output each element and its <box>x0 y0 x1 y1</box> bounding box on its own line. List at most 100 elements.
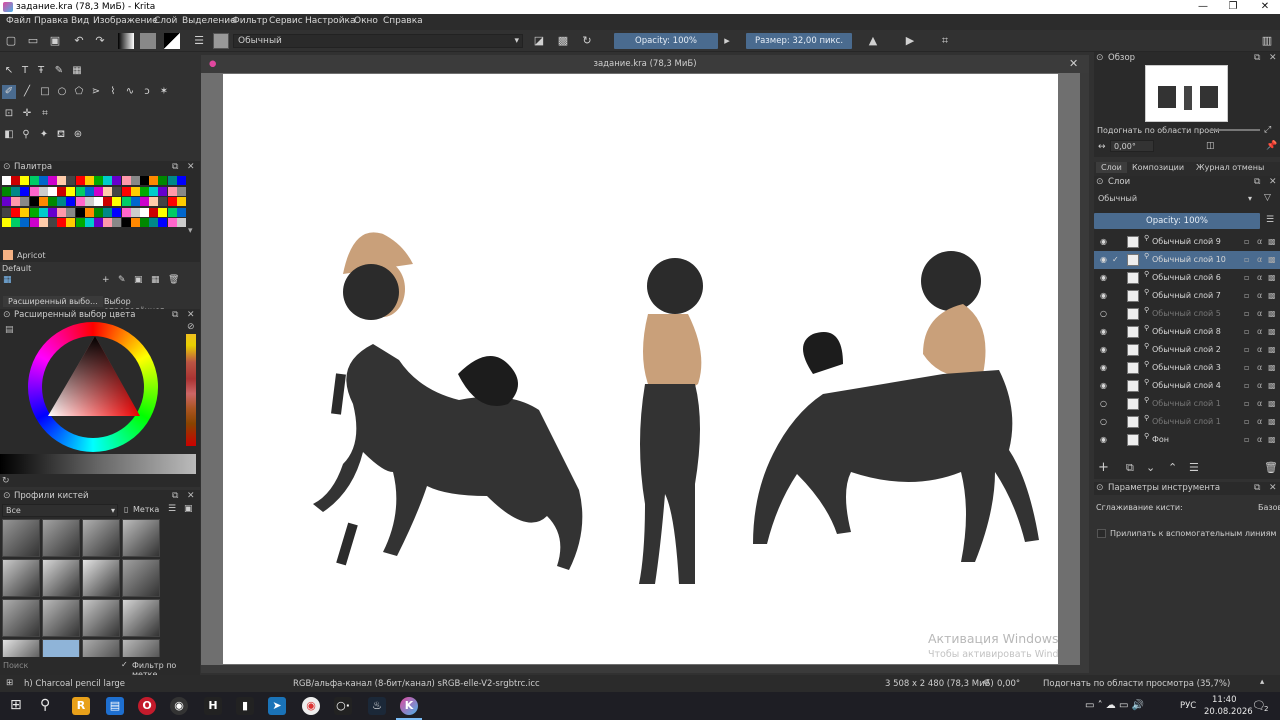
minimize-button[interactable]: — <box>1188 0 1218 14</box>
palette-swatch[interactable] <box>103 207 113 217</box>
palette-swatch[interactable] <box>94 186 103 196</box>
palette-swatch[interactable] <box>66 186 76 196</box>
palette-swatch[interactable] <box>48 186 57 196</box>
brush-filter-select[interactable]: Все ▾ <box>2 504 118 517</box>
layer-row[interactable]: ◉ ⚲ Обычный слой 7 ▫ α ▩ <box>1094 287 1280 305</box>
palette-swatch[interactable] <box>130 218 140 227</box>
opacity-spin-icon[interactable]: ▸ <box>720 34 734 48</box>
palette-swatch[interactable] <box>48 207 57 217</box>
view-mode-icon[interactable]: ▣ <box>184 504 193 514</box>
palette-swatch[interactable] <box>57 218 67 227</box>
palette-swatch[interactable] <box>11 186 21 196</box>
eye-icon[interactable]: ◉ <box>1100 435 1110 444</box>
layer-row[interactable]: ◉ ⚲ Обычный слой 6 ▫ α ▩ <box>1094 269 1280 287</box>
lock-icon[interactable]: ⊙ <box>1096 176 1104 189</box>
palette-table-icon[interactable]: ▦ <box>151 275 160 285</box>
brush-preset-item[interactable] <box>82 519 120 557</box>
palette-swatch[interactable] <box>2 186 11 196</box>
palette-swatch[interactable] <box>140 197 149 206</box>
eye-icon[interactable]: ◉ <box>1100 273 1110 282</box>
close-document-icon[interactable]: ✕ <box>1069 55 1078 73</box>
eye-icon[interactable]: ◉ <box>1100 255 1110 264</box>
krita-taskbar-icon[interactable]: K <box>400 697 418 715</box>
eye-icon[interactable]: ◉ <box>1100 345 1110 354</box>
layer-row[interactable]: ○ ⚲ Обычный слой 1 ▫ α ▩ <box>1094 413 1280 431</box>
new-document-icon[interactable]: ▢ <box>4 34 18 48</box>
palette-grid-icon[interactable]: ▦ <box>3 275 12 285</box>
palette-swatch[interactable] <box>20 186 30 196</box>
lock-icon[interactable]: ⊙ <box>1096 52 1104 65</box>
move-layer-down-icon[interactable]: ⌄ <box>1146 461 1155 474</box>
close-icon[interactable]: ✕ <box>187 161 195 174</box>
color-picker-tool-icon[interactable]: ⚲ <box>19 128 33 142</box>
palette-swatch[interactable] <box>29 207 39 217</box>
palette-swatch[interactable] <box>103 186 113 196</box>
wrap-around-icon[interactable]: ⌗ <box>938 34 952 48</box>
palette-swatch[interactable] <box>38 207 48 217</box>
add-swatch-icon[interactable]: + <box>102 275 110 285</box>
palette-swatch[interactable] <box>112 207 122 217</box>
inherit-alpha-icon[interactable]: ▩ <box>1268 237 1276 246</box>
brush-preset-item[interactable] <box>42 639 80 657</box>
inherit-alpha-icon[interactable]: ▩ <box>1268 327 1276 336</box>
brush-indicator-icon[interactable]: ⊞ <box>6 678 13 688</box>
layer-row[interactable]: ◉ ⚲ Обычный слой 2 ▫ α ▩ <box>1094 341 1280 359</box>
alpha-icon[interactable]: α <box>1257 255 1262 264</box>
eye-hidden-icon[interactable]: ○ <box>1100 417 1110 426</box>
palette-swatch[interactable] <box>84 218 94 227</box>
no-color-icon[interactable]: ⊘ <box>187 322 195 332</box>
close-icon[interactable]: ✕ <box>187 309 195 322</box>
workspace-icon[interactable]: ▥ <box>1260 34 1274 48</box>
inherit-alpha-icon[interactable]: ▩ <box>1268 255 1276 264</box>
menu-icon[interactable]: ☰ <box>168 504 176 514</box>
maximize-button[interactable]: ❐ <box>1218 0 1248 14</box>
palette-swatch[interactable] <box>20 207 30 217</box>
inherit-alpha-icon[interactable]: ▩ <box>1268 435 1276 444</box>
audio-app-icon[interactable]: ▮ <box>236 697 254 715</box>
layer-row[interactable]: ◉ ⚲ Обычный слой 8 ▫ α ▩ <box>1094 323 1280 341</box>
move-layer-up-icon[interactable]: ⌃ <box>1168 461 1177 474</box>
palette-swatch[interactable] <box>11 176 21 185</box>
rotation-input[interactable]: 0,00° <box>1110 140 1154 152</box>
palette-swatch[interactable] <box>158 186 168 196</box>
menu-image[interactable]: Изображение <box>93 16 158 26</box>
palette-swatch[interactable] <box>103 218 113 227</box>
brush-search-input[interactable]: Поиск <box>3 661 28 670</box>
palette-swatch[interactable] <box>167 218 177 227</box>
eye-icon[interactable]: ◉ <box>1100 327 1110 336</box>
palette-swatch[interactable] <box>158 176 168 185</box>
open-folder-icon[interactable]: ▭ <box>26 34 40 48</box>
palette-swatch[interactable] <box>121 218 131 227</box>
brush-preset-item[interactable] <box>2 559 40 597</box>
palette-swatch[interactable] <box>112 186 122 196</box>
palette-swatch[interactable] <box>20 176 30 185</box>
app-icon-h[interactable]: H <box>204 697 222 715</box>
alpha-icon[interactable]: α <box>1257 399 1262 408</box>
menu-filter[interactable]: Фильтр <box>232 16 268 26</box>
transform-tool-icon[interactable]: ⊡ <box>2 107 16 121</box>
alpha-icon[interactable]: α <box>1257 363 1262 372</box>
alpha-icon[interactable]: α <box>1257 417 1262 426</box>
eye-hidden-icon[interactable]: ○ <box>1100 309 1110 318</box>
brush-preset-item[interactable] <box>122 639 160 657</box>
palette-swatch[interactable] <box>57 186 67 196</box>
freehand-brush-tool-icon[interactable]: ✐ <box>2 85 16 99</box>
mirror-view-icon[interactable]: ◫ <box>1206 141 1215 151</box>
lock-icon[interactable]: ▫ <box>1244 327 1249 336</box>
chevron-down-icon[interactable]: ▾ <box>188 226 193 236</box>
palette-swatch[interactable] <box>130 207 140 217</box>
tab-advanced-color[interactable]: Расширенный выбо... <box>3 296 103 307</box>
inherit-alpha-icon[interactable]: ▩ <box>1268 399 1276 408</box>
color-history-strip[interactable] <box>186 334 196 446</box>
size-slider[interactable]: Размер: 32,00 пикс. <box>746 33 852 49</box>
palette-swatch[interactable] <box>84 197 94 206</box>
canvas-horizontal-scrollbar[interactable] <box>201 665 1089 673</box>
palette-swatch[interactable] <box>84 186 94 196</box>
palette-swatch[interactable] <box>29 186 39 196</box>
palette-swatch[interactable] <box>48 176 57 185</box>
palette-swatch[interactable] <box>75 186 85 196</box>
smart-patch-tool-icon[interactable]: ✦ <box>37 128 51 142</box>
palette-swatch[interactable] <box>121 176 131 185</box>
brush-preset-item[interactable] <box>82 559 120 597</box>
menu-select[interactable]: Выделение <box>182 16 236 26</box>
